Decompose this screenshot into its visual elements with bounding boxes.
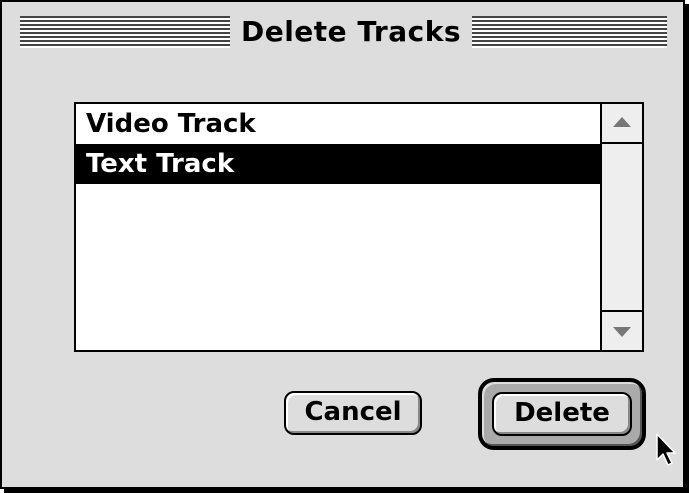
- mouse-pointer-icon: [656, 433, 676, 466]
- list-item-text-track[interactable]: Text Track: [76, 144, 602, 184]
- dialog-title: Delete Tracks: [234, 12, 468, 52]
- tracks-list[interactable]: Video Track Text Track: [74, 102, 644, 352]
- scroll-down-arrow-icon[interactable]: [602, 310, 642, 350]
- cancel-button[interactable]: Cancel: [284, 391, 422, 435]
- delete-tracks-dialog: Delete Tracks Video Track Text Track Can…: [0, 0, 685, 489]
- title-bar[interactable]: Delete Tracks: [2, 2, 683, 66]
- delete-button[interactable]: Delete: [492, 392, 632, 436]
- scroll-up-arrow-icon[interactable]: [602, 104, 642, 144]
- tracks-list-scrollbar[interactable]: [600, 104, 642, 350]
- scroll-track[interactable]: [602, 144, 642, 310]
- title-bar-stripes-left: [20, 16, 230, 48]
- tracks-list-items: Video Track Text Track: [76, 104, 602, 350]
- list-item-video-track[interactable]: Video Track: [76, 104, 602, 144]
- title-bar-stripes-right: [472, 16, 667, 48]
- dialog-content: Video Track Text Track Cancel Delete: [2, 64, 683, 487]
